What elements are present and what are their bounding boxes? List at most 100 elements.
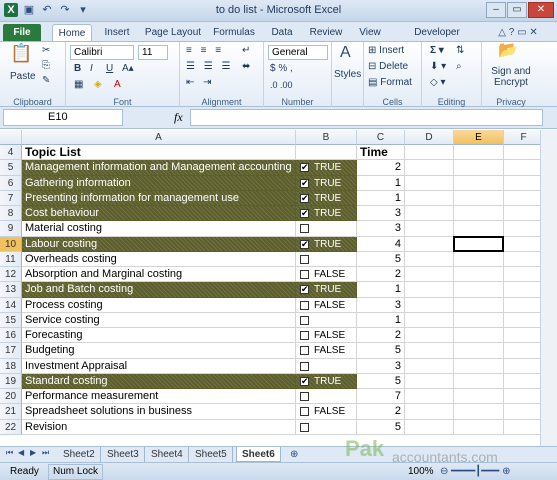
time-cell[interactable]: 5 — [357, 343, 405, 359]
status-cell[interactable]: FALSE — [296, 267, 357, 283]
column-header-f[interactable]: F — [504, 130, 540, 145]
font-name-select[interactable]: Calibri — [70, 45, 134, 60]
cell-e[interactable] — [454, 297, 504, 313]
fill-icon[interactable]: ⬇ ▾ — [430, 60, 446, 74]
cell-e[interactable] — [454, 206, 504, 222]
cell-f[interactable] — [504, 389, 540, 405]
row-header[interactable]: 5 — [0, 160, 22, 176]
cell-d[interactable] — [405, 221, 454, 237]
ribbon-window-controls[interactable]: △ ? ▭ ✕ — [488, 24, 548, 41]
row-header[interactable]: 13 — [0, 282, 22, 298]
tab-insert[interactable]: Insert — [98, 24, 136, 41]
cell-e[interactable] — [454, 312, 504, 328]
topic-cell[interactable]: Labour costing — [22, 236, 296, 252]
format-painter-icon[interactable]: ✎ — [42, 74, 50, 88]
status-cell[interactable]: ✔ TRUE — [296, 282, 357, 298]
time-cell[interactable]: 1 — [357, 282, 405, 298]
cell-d[interactable] — [405, 160, 454, 176]
cell-b[interactable] — [296, 145, 357, 161]
cell-d[interactable] — [405, 419, 454, 435]
row-header[interactable]: 10 — [0, 236, 22, 252]
fill-color-icon[interactable]: ◈ — [94, 78, 102, 92]
row-header[interactable]: 11 — [0, 251, 22, 267]
bold-button[interactable]: B — [74, 62, 81, 76]
cell-e[interactable] — [454, 267, 504, 283]
sheet-tab-sheet5[interactable]: Sheet5 — [190, 447, 233, 462]
cell-e[interactable] — [454, 251, 504, 267]
paste-button[interactable]: Paste — [10, 70, 36, 84]
zoom-slider[interactable]: ⊖ ━━━━┃━━━ ⊕ — [440, 463, 510, 480]
topic-checkbox[interactable] — [300, 346, 309, 356]
sheet-tab-sheet2[interactable]: Sheet2 — [58, 447, 101, 462]
format-cells-button[interactable]: ▤ Format — [368, 76, 412, 90]
sheet-tab-sheet6[interactable]: Sheet6 — [236, 447, 281, 462]
topic-cell[interactable]: Management information and Management ac… — [22, 160, 296, 176]
cell-d[interactable] — [405, 251, 454, 267]
cell-d[interactable] — [405, 206, 454, 222]
cell-f[interactable] — [504, 237, 540, 252]
cell-f[interactable] — [504, 420, 540, 435]
topic-checkbox[interactable]: ✔ — [300, 193, 309, 203]
tab-data[interactable]: Data — [266, 24, 298, 41]
topic-checkbox[interactable] — [300, 361, 309, 371]
topic-cell[interactable]: Spreadsheet solutions in business — [22, 404, 296, 420]
topic-cell[interactable]: Performance measurement — [22, 389, 296, 405]
tab-file[interactable]: File — [3, 24, 41, 41]
cell-e[interactable] — [454, 404, 504, 420]
currency-icon[interactable]: $ % , — [270, 62, 293, 76]
time-cell[interactable]: 5 — [357, 251, 405, 267]
autosum-icon[interactable]: Σ ▾ — [430, 44, 444, 58]
status-cell[interactable] — [296, 389, 357, 405]
cell-e[interactable] — [454, 145, 504, 161]
topic-checkbox[interactable] — [300, 224, 309, 234]
cell-d[interactable] — [405, 328, 454, 344]
time-cell[interactable]: 3 — [357, 221, 405, 237]
clear-icon[interactable]: ◇ ▾ — [430, 76, 446, 90]
cell-f[interactable] — [504, 160, 540, 176]
prev-sheet-icon[interactable]: ◀ — [18, 448, 24, 457]
fx-icon[interactable]: fx — [174, 110, 183, 125]
cell-f[interactable] — [504, 343, 540, 359]
cell-d[interactable] — [405, 389, 454, 405]
cell-f[interactable] — [504, 145, 540, 161]
row-header[interactable]: 6 — [0, 175, 22, 191]
status-cell[interactable]: FALSE — [296, 343, 357, 359]
time-cell[interactable]: 1 — [357, 190, 405, 206]
topic-checkbox[interactable] — [300, 254, 309, 264]
minimize-button[interactable]: – — [486, 2, 506, 18]
topic-checkbox[interactable]: ✔ — [300, 376, 309, 386]
tab-developer[interactable]: Developer — [410, 24, 464, 41]
cell-f[interactable] — [504, 359, 540, 374]
topic-cell[interactable]: Revision — [22, 419, 296, 435]
sign-encrypt-icon[interactable]: 📂 — [498, 43, 518, 59]
row-header[interactable]: 21 — [0, 404, 22, 420]
time-cell[interactable]: 3 — [357, 297, 405, 313]
sign-encrypt-button[interactable]: Sign and Encrypt — [486, 66, 536, 88]
cell-e[interactable] — [454, 175, 504, 191]
vertical-scrollbar[interactable] — [540, 130, 557, 446]
cell-d[interactable] — [405, 282, 454, 298]
selected-cell-e10[interactable] — [453, 235, 504, 252]
wrap-text-icon[interactable]: ↵ — [242, 44, 250, 58]
cell-e[interactable] — [454, 358, 504, 374]
status-cell[interactable] — [296, 419, 357, 435]
topic-cell[interactable]: Absorption and Marginal costing — [22, 267, 296, 283]
cell-f[interactable] — [504, 176, 540, 191]
copy-icon[interactable]: ⎘ — [42, 59, 50, 73]
status-cell[interactable]: FALSE — [296, 404, 357, 420]
time-cell[interactable]: 1 — [357, 312, 405, 328]
cell-f[interactable] — [504, 282, 540, 298]
topic-cell[interactable]: Process costing — [22, 297, 296, 313]
topic-checkbox[interactable] — [300, 315, 309, 325]
topic-checkbox[interactable]: ✔ — [300, 285, 309, 295]
status-cell[interactable]: ✔ TRUE — [296, 160, 357, 176]
row-header[interactable]: 14 — [0, 297, 22, 313]
row-header[interactable]: 7 — [0, 190, 22, 206]
cell-d[interactable] — [405, 404, 454, 420]
topic-cell[interactable]: Cost behaviour — [22, 206, 296, 222]
tab-view[interactable]: View — [354, 24, 386, 41]
row-header[interactable]: 4 — [0, 145, 22, 161]
next-sheet-icon[interactable]: ▶ — [30, 448, 36, 457]
status-cell[interactable] — [296, 221, 357, 237]
row-header[interactable]: 16 — [0, 328, 22, 344]
